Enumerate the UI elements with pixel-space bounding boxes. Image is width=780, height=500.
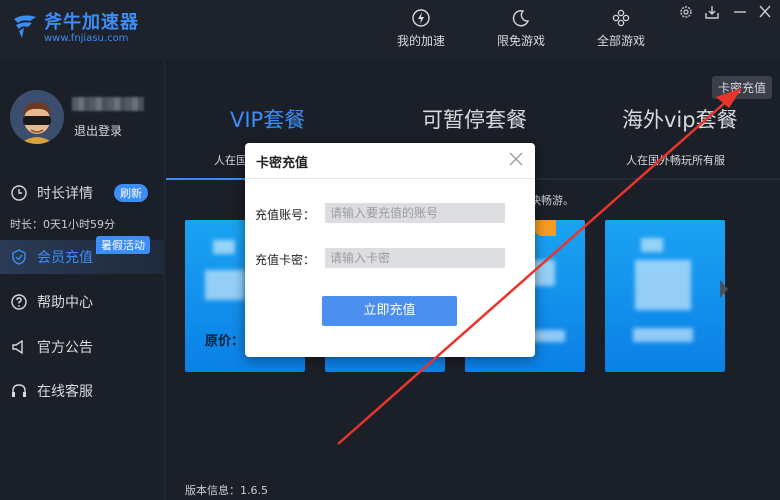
original-price-label: 原价： bbox=[205, 334, 245, 349]
username-redacted bbox=[72, 97, 144, 111]
download-icon[interactable] bbox=[703, 4, 721, 20]
sidebar-item-time-details[interactable]: 时长详情 刷新 bbox=[0, 176, 165, 210]
minimize-icon[interactable] bbox=[731, 4, 749, 20]
close-icon[interactable] bbox=[509, 152, 523, 166]
clock-icon bbox=[11, 185, 27, 201]
tab-pausable-package[interactable]: 可暂停套餐 bbox=[422, 104, 527, 134]
moon-icon bbox=[512, 10, 530, 27]
account-label: 充值账号： bbox=[255, 208, 316, 222]
nav-free-games[interactable]: 限免游戏 bbox=[481, 8, 561, 52]
headset-icon bbox=[12, 384, 26, 397]
avatar[interactable] bbox=[10, 90, 64, 144]
sidebar-item-announcements[interactable]: 官方公告 bbox=[0, 330, 165, 364]
promo-tip: 快畅游。 bbox=[530, 194, 574, 207]
title-bar: 斧牛加速器 www.fnjiasu.com 我的加速 限免游戏 全部游戏 bbox=[0, 0, 780, 60]
app-url: www.fnjiasu.com bbox=[44, 33, 129, 44]
hot-tag bbox=[534, 220, 556, 236]
sidebar-item-label: 在线客服 bbox=[37, 384, 93, 400]
tab-overseas-vip-package[interactable]: 海外vip套餐 bbox=[622, 104, 738, 134]
lightning-icon bbox=[412, 9, 430, 27]
logo-icon bbox=[14, 15, 36, 38]
remaining-time: 时长：0天1小时59分 bbox=[10, 218, 115, 231]
close-icon[interactable] bbox=[756, 4, 774, 20]
sidebar-item-help-center[interactable]: 帮助中心 bbox=[0, 285, 165, 319]
tab-vip-subtitle: 人在国 bbox=[214, 154, 247, 167]
nav-my-acceleration[interactable]: 我的加速 bbox=[381, 8, 461, 52]
dialog-divider bbox=[245, 178, 535, 179]
nav-label: 我的加速 bbox=[396, 34, 445, 48]
tab-overseas-subtitle: 人在国外畅玩所有服 bbox=[626, 154, 725, 167]
sidebar-item-online-support[interactable]: 在线客服 bbox=[0, 374, 165, 408]
sidebar-item-label: 官方公告 bbox=[37, 340, 93, 356]
card-code-recharge-button[interactable]: 卡密充值 bbox=[711, 76, 772, 99]
grid-icon bbox=[612, 9, 630, 27]
nav-all-games[interactable]: 全部游戏 bbox=[581, 8, 661, 52]
sidebar: 退出登录 时长详情 刷新 时长：0天1小时59分 会员充值 暑假活动 帮助中心 … bbox=[0, 60, 165, 500]
nav-label: 限免游戏 bbox=[496, 34, 545, 48]
tab-vip-package[interactable]: VIP套餐 bbox=[230, 104, 305, 134]
card-recharge-dialog: 卡密充值 充值账号： 充值卡密： 立即充值 bbox=[245, 143, 535, 357]
app-logo: 斧牛加速器 www.fnjiasu.com bbox=[10, 8, 139, 44]
sidebar-item-label: 会员充值 bbox=[37, 250, 93, 266]
card-code-input[interactable] bbox=[325, 248, 505, 268]
nav-label: 全部游戏 bbox=[596, 34, 645, 48]
summer-event-badge: 暑假活动 bbox=[96, 236, 150, 254]
package-card[interactable] bbox=[605, 220, 725, 372]
question-icon bbox=[11, 294, 27, 310]
version-info: 版本信息：1.6.5 bbox=[185, 484, 268, 497]
sidebar-item-label: 时长详情 bbox=[37, 186, 93, 202]
avatar-image bbox=[10, 90, 64, 144]
next-arrow-icon[interactable] bbox=[720, 280, 728, 298]
app-name: 斧牛加速器 bbox=[44, 12, 139, 33]
shield-check-icon bbox=[12, 249, 26, 265]
refresh-badge[interactable]: 刷新 bbox=[114, 184, 148, 202]
logout-link[interactable]: 退出登录 bbox=[74, 122, 122, 139]
account-input[interactable] bbox=[325, 203, 505, 223]
dialog-title: 卡密充值 bbox=[256, 156, 309, 171]
recharge-now-button[interactable]: 立即充值 bbox=[322, 296, 457, 326]
settings-icon[interactable] bbox=[677, 4, 695, 20]
megaphone-icon bbox=[12, 339, 23, 355]
card-code-label: 充值卡密： bbox=[255, 253, 316, 267]
sidebar-item-label: 帮助中心 bbox=[37, 295, 93, 311]
